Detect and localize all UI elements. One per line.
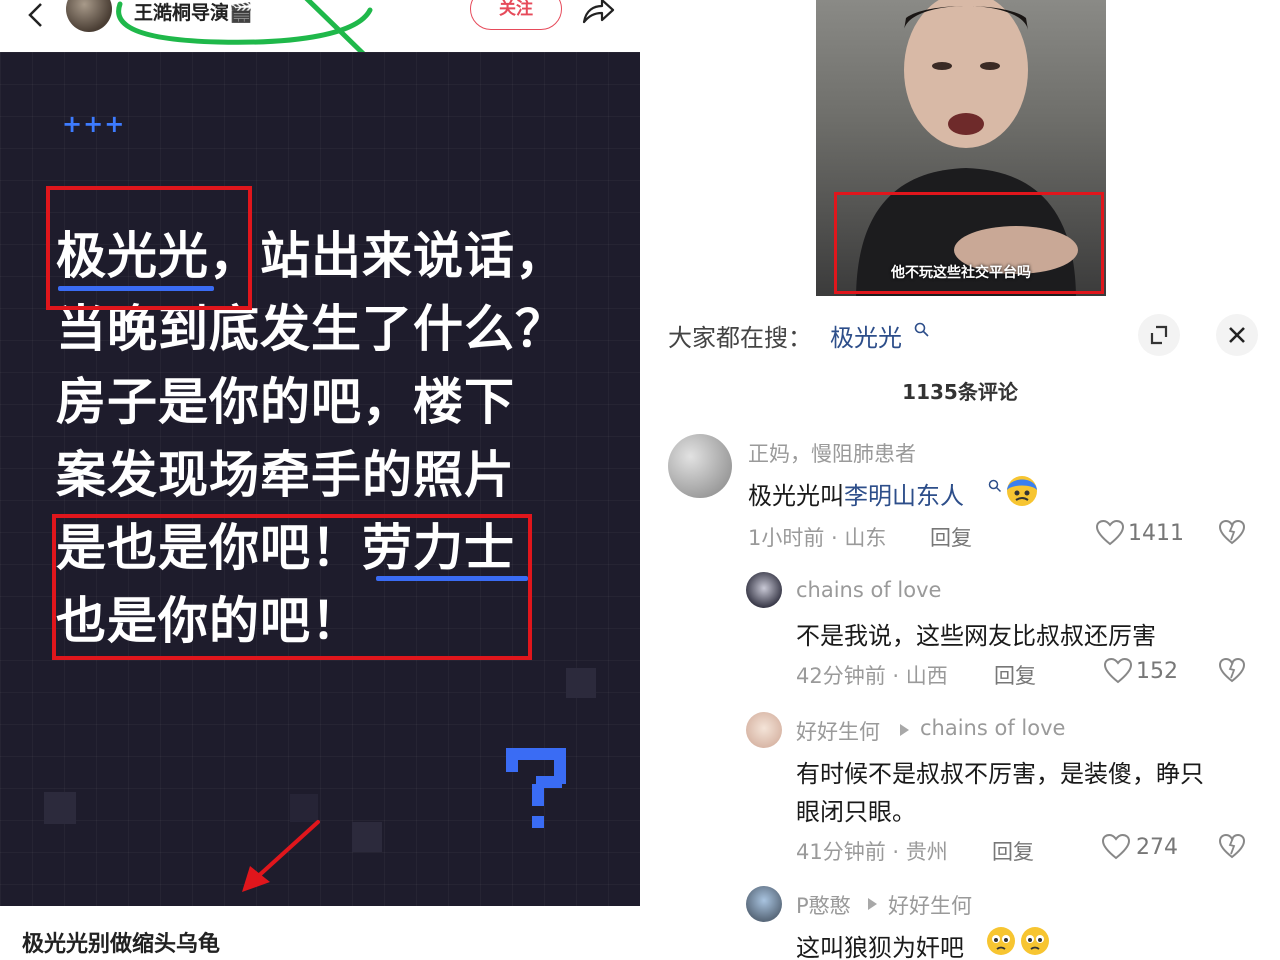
comment-text: 有时候不是叔叔不厉害，是装傻，睁只 <box>796 760 1204 788</box>
emoji-icon <box>1007 476 1037 506</box>
comments-sheet: 大家都在搜： 极光光 1135条评论 正妈，慢阻肺患者 极光光叫李明山东人 1小… <box>640 296 1280 960</box>
post-line: 房子是你的吧，楼下 <box>56 373 515 431</box>
red-highlight-box <box>52 514 532 660</box>
comment-text-plain: 极光光叫 <box>748 482 844 510</box>
comment-text: 极光光叫李明山东人 <box>748 476 964 511</box>
post-line: 案发现场牵手的照片 <box>56 446 515 504</box>
avatar[interactable] <box>668 434 732 498</box>
dislike-icon[interactable] <box>1218 656 1246 684</box>
like-count: 152 <box>1136 659 1178 684</box>
reply-to-username[interactable]: chains of love <box>920 716 1065 740</box>
comment-text: 这叫狼狈为奸吧 <box>796 934 964 960</box>
dislike-icon[interactable] <box>1218 832 1246 860</box>
plus-marks: +++ <box>62 110 126 138</box>
comment-username[interactable]: 正妈，慢阻肺患者 <box>748 438 916 468</box>
left-screenshot: 王澔桐导演🎬 关注 +++ 极光光，站出来说话， 当晚到底发生了什么？ 房子是你… <box>0 0 640 960</box>
comment-meta: 41分钟前 · 贵州 <box>796 840 948 864</box>
post-image: +++ 极光光，站出来说话， 当晚到底发生了什么？ 房子是你的吧，楼下 案发现场… <box>0 52 640 906</box>
caption-bar: 极光光别做缩头乌龟 <box>0 906 640 960</box>
reply-to-username[interactable]: 好好生何 <box>888 890 972 920</box>
red-highlight-box <box>46 186 252 310</box>
search-suggestion-link[interactable]: 极光光 <box>830 318 902 353</box>
follow-button[interactable]: 关注 <box>470 0 562 30</box>
expand-button[interactable] <box>1138 314 1180 356</box>
reply-button[interactable]: 回复 <box>994 660 1036 690</box>
pixel-decoration <box>44 792 76 824</box>
heart-icon[interactable] <box>1104 658 1132 684</box>
reply-arrow-icon <box>900 724 909 736</box>
pixel-decoration <box>352 822 382 852</box>
comment-username[interactable]: 好好生何 <box>796 716 880 746</box>
pixel-decoration <box>566 668 596 698</box>
avatar[interactable] <box>746 886 782 922</box>
expand-icon <box>1150 325 1168 345</box>
question-icon <box>506 748 566 828</box>
comment-username[interactable]: chains of love <box>796 578 941 602</box>
comment-text: 不是我说，这些网友比叔叔还厉害 <box>796 622 1156 650</box>
avatar[interactable] <box>746 572 782 608</box>
back-icon[interactable] <box>24 2 48 28</box>
emoji-icon <box>1021 927 1049 955</box>
comment-username[interactable]: P憨憨 <box>796 890 851 920</box>
video-area[interactable]: 他不玩这些社交平台吗 <box>640 0 1280 310</box>
comment-meta: 1小时前 · 山东 <box>748 526 887 550</box>
reply-button[interactable]: 回复 <box>930 522 972 552</box>
avatar[interactable] <box>746 712 782 748</box>
comment-text: 眼闭只眼。 <box>796 798 916 826</box>
comment-search-link[interactable]: 李明山东人 <box>844 482 964 510</box>
reply-button[interactable]: 回复 <box>992 836 1034 866</box>
comment-count: 1135条评论 <box>902 380 1018 404</box>
right-screenshot: 他不玩这些社交平台吗 大家都在搜： 极光光 1135条评论 正妈，慢阻肺患者 极… <box>640 0 1280 960</box>
comment-meta: 42分钟前 · 山西 <box>796 664 948 688</box>
search-icon[interactable] <box>988 479 1002 493</box>
like-count: 274 <box>1136 835 1178 860</box>
red-highlight-box <box>834 192 1104 294</box>
like-count: 1411 <box>1128 521 1184 546</box>
close-icon <box>1229 327 1245 343</box>
emoji-icon <box>987 927 1015 955</box>
search-icon[interactable] <box>914 322 930 338</box>
share-icon[interactable] <box>580 0 616 26</box>
heart-icon[interactable] <box>1096 520 1124 546</box>
post-caption: 极光光别做缩头乌龟 <box>22 932 221 957</box>
heart-icon[interactable] <box>1102 834 1130 860</box>
close-button[interactable] <box>1216 314 1258 356</box>
red-arrow-annotation <box>242 820 320 892</box>
dislike-icon[interactable] <box>1218 518 1246 546</box>
reply-arrow-icon <box>868 898 877 910</box>
post-top-bar: 王澔桐导演🎬 关注 <box>0 0 640 71</box>
search-prefix: 大家都在搜： <box>668 324 812 352</box>
author-avatar[interactable] <box>66 0 112 32</box>
